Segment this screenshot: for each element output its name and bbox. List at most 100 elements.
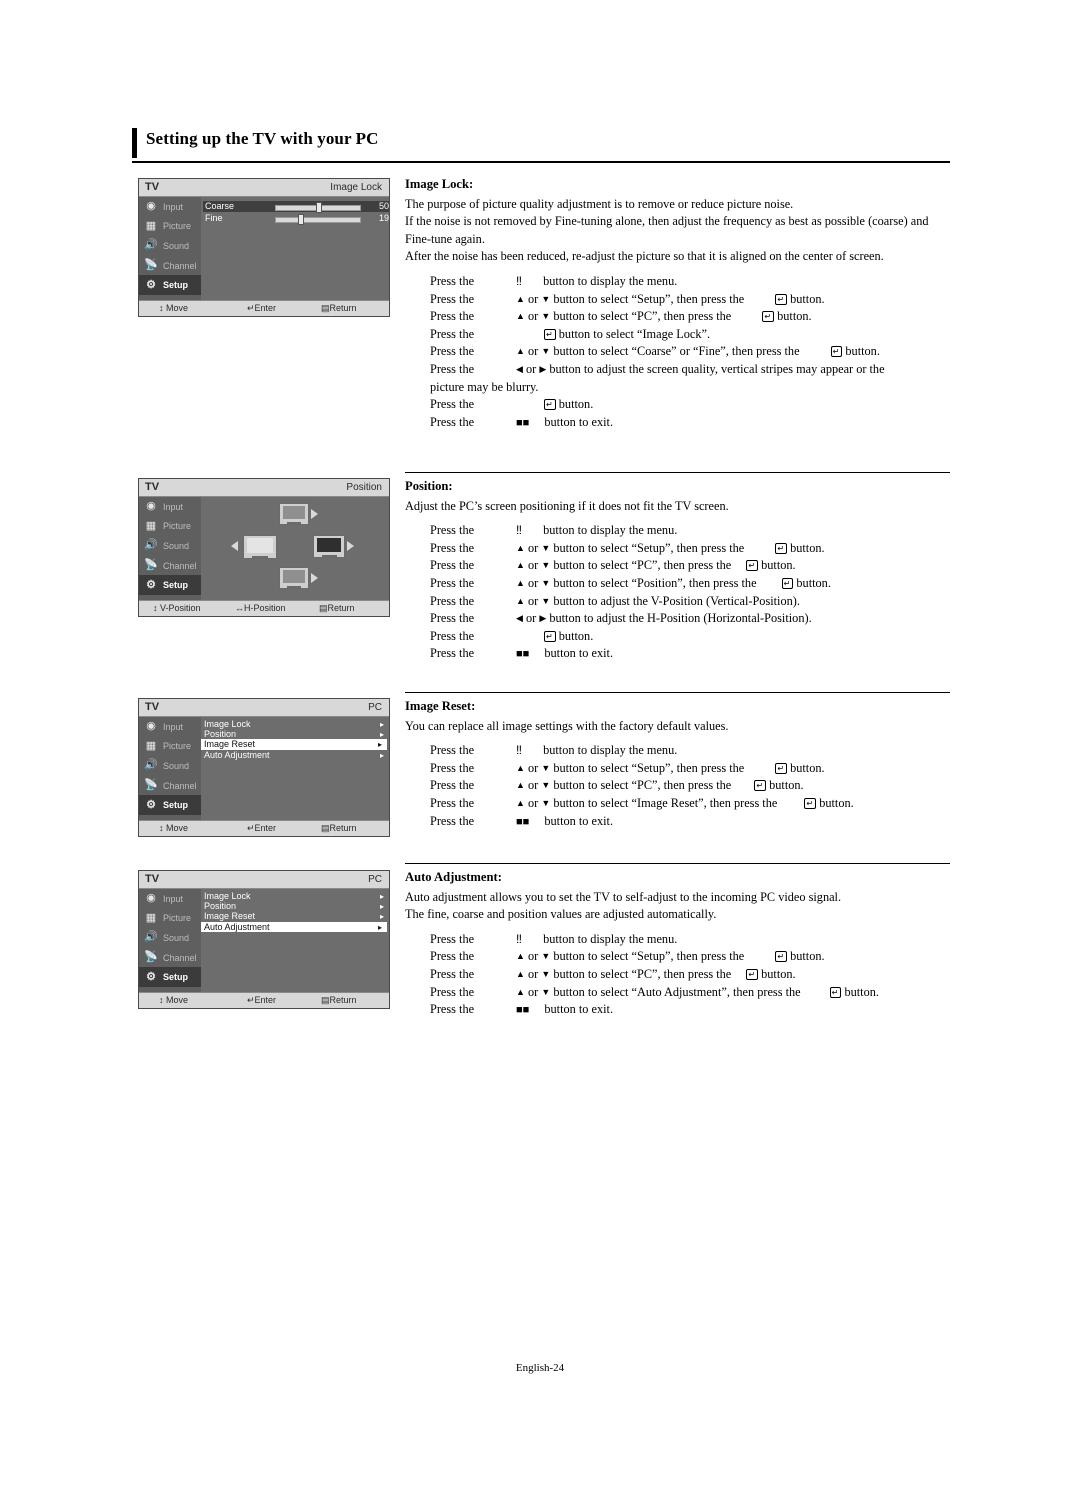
sidebar-item-sound[interactable]: 🔊 Sound [139,536,201,556]
step-text: button. [790,760,825,775]
step-press-label: Press the [430,1002,475,1017]
arrow-right-icon [311,509,318,519]
arrow-down-icon: ▼ [541,780,551,791]
sidebar-item-setup[interactable]: ⚙ Setup [139,575,201,595]
sidebar-item-picture[interactable]: ▦ Picture [139,517,201,537]
osd-titlebar: TV PC [139,699,389,717]
menu-item-label: Position [204,729,237,740]
exit-button-glyph: ■■ [516,648,530,661]
step-item: Press the ▲ or ▼ button to select “Auto … [405,984,950,1002]
step-or: or [528,309,539,324]
step-item: Press the ↵ button to select “Image Lock… [405,326,950,344]
sidebar-item-channel[interactable]: 📡 Channel [139,256,201,276]
menu-item-image-lock[interactable]: Image Lock ▸ [201,719,389,729]
sidebar-item-input[interactable]: ◉ Input [139,497,201,517]
arrow-up-icon: ▲ [516,762,525,773]
slider-knob[interactable] [298,214,304,225]
setup-icon: ⚙ [146,578,156,591]
enter-button-glyph: ↵ [754,780,767,792]
osd-left-nav: ◉ Input ▦ Picture 🔊 Sound 📡 Channel ⚙ Se… [139,197,201,300]
menu-button-glyph: ‼ [516,931,522,946]
arrow-right-icon [347,541,354,551]
menu-item-label: Image Reset [204,739,256,750]
osd-tv-label: TV [145,701,160,713]
step-text: button. [790,291,825,306]
sidebar-item-setup[interactable]: ⚙ Setup [139,967,201,987]
step-press-label: Press the [430,575,475,590]
step-press-label: Press the [430,760,475,775]
page-title: Setting up the TV with your PC [146,129,379,148]
sidebar-item-label: Sound [163,540,190,551]
sidebar-item-channel[interactable]: 📡 Channel [139,776,201,796]
arrow-up-icon: ▲ [516,595,525,606]
header-accent-bar [132,128,137,158]
step-press-label: Press the [430,326,475,341]
step-press-label: Press the [430,397,475,412]
section-divider [405,692,950,693]
step-text: button. [777,309,812,324]
slider-row-coarse[interactable]: Coarse 50 [203,201,389,213]
step-or: or [528,795,539,810]
arrow-up-icon: ▲ [516,780,525,791]
sidebar-item-setup[interactable]: ⚙ Setup [139,275,201,295]
footer-move: ↕ Move [159,995,189,1005]
menu-item-auto-adjustment[interactable]: Auto Adjustment ▸ [201,921,387,932]
pc-menu-list: Image Lock ▸ Position ▸ Image Reset ▸ Au… [201,719,389,760]
enter-button-glyph: ↵ [746,968,759,980]
osd-footer: ↕ V-Position ↔H-Position ▤Return [139,600,389,616]
sidebar-item-picture[interactable]: ▦ Picture [139,737,201,757]
sidebar-item-picture[interactable]: ▦ Picture [139,217,201,237]
osd-footer: ↕ Move ↵Enter ▤Return [139,300,389,316]
step-or: or [528,575,539,590]
menu-item-image-reset[interactable]: Image Reset ▸ [201,739,387,750]
sidebar-item-sound[interactable]: 🔊 Sound [139,236,201,256]
arrow-right-icon [311,573,318,583]
sidebar-item-input[interactable]: ◉ Input [139,197,201,217]
step-item: Press the ▲ or ▼ button to select “PC”, … [405,966,950,984]
menu-item-image-reset[interactable]: Image Reset ▸ [201,911,389,921]
sound-icon: 🔊 [144,239,158,252]
step-text: button to display the menu. [543,523,678,538]
osd-body: ◉ Input ▦ Picture 🔊 Sound 📡 Channel ⚙ Se… [139,197,389,300]
sidebar-item-sound[interactable]: 🔊 Sound [139,756,201,776]
section-divider [405,472,950,473]
sound-icon: 🔊 [144,539,158,552]
slider-row-fine[interactable]: Fine 19 [203,213,389,225]
sidebar-item-setup[interactable]: ⚙ Setup [139,795,201,815]
step-item: Press the ▲ or ▼ button to select “Setup… [405,291,950,309]
step-item: Press the ▲ or ▼ button to adjust the V-… [405,593,950,611]
sidebar-item-label: Picture [163,913,192,924]
step-text: button to exit. [544,646,614,661]
step-item: Press the ▲ or ▼ button to select “Coars… [405,343,950,361]
sidebar-item-channel[interactable]: 📡 Channel [139,556,201,576]
footer-return: ▤Return [319,603,355,613]
slider-track[interactable] [275,217,361,223]
pc-menu-list: Image Lock ▸ Position ▸ Image Reset ▸ Au… [201,891,389,932]
step-text: button to select “PC”, then press the [553,778,732,793]
arrow-up-icon: ▲ [516,560,525,571]
osd-panel-position: TV Position ◉ Input ▦ Picture 🔊 Sound 📡 … [138,478,390,617]
menu-item-position[interactable]: Position ▸ [201,901,389,911]
channel-icon: 📡 [144,951,158,964]
menu-item-position[interactable]: Position ▸ [201,729,389,739]
step-text: button to select “Setup”, then press the [553,291,745,306]
step-press-label: Press the [430,611,475,626]
sidebar-item-picture[interactable]: ▦ Picture [139,909,201,929]
step-press-label: Press the [430,813,475,828]
sidebar-item-input[interactable]: ◉ Input [139,889,201,909]
sidebar-item-input[interactable]: ◉ Input [139,717,201,737]
step-press-label: Press the [430,558,475,573]
sidebar-item-channel[interactable]: 📡 Channel [139,948,201,968]
step-press-label: Press the [430,344,475,359]
picture-icon: ▦ [145,739,157,752]
section-heading: Auto Adjustment: [405,870,502,884]
step-press-label: Press the [430,931,475,946]
slider-value: 19 [378,213,389,223]
menu-item-image-lock[interactable]: Image Lock ▸ [201,891,389,901]
menu-item-auto-adjustment[interactable]: Auto Adjustment ▸ [201,750,389,760]
sidebar-item-sound[interactable]: 🔊 Sound [139,928,201,948]
slider-knob[interactable] [316,202,322,213]
enter-button-glyph: ↵ [544,328,556,340]
slider-label: Coarse [205,201,235,211]
step-item: Press the ■■ button to exit. [405,645,950,663]
